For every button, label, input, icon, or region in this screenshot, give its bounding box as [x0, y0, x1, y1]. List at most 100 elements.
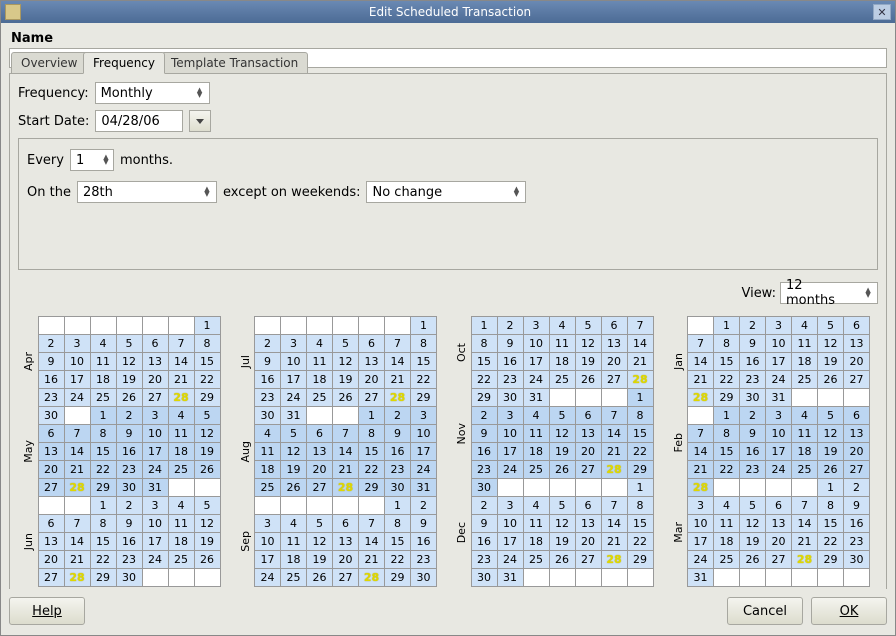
calendar-day-cell: 12 — [740, 515, 766, 533]
calendar-day-cell: 21 — [601, 533, 627, 551]
calendar-day-cell: 1 — [90, 497, 116, 515]
every-months-spinner[interactable]: 1 ▲▼ — [70, 149, 114, 171]
calendar-day-cell: 10 — [688, 515, 714, 533]
ok-button[interactable]: OK — [811, 597, 887, 625]
calendar-day-cell: 20 — [766, 533, 792, 551]
calendar-day-cell: 9 — [116, 425, 142, 443]
calendar-day-cell — [142, 569, 168, 587]
calendar-day-cell: 4 — [523, 497, 549, 515]
calendar-day-cell — [766, 569, 792, 587]
calendar-day-cell: 20 — [575, 443, 601, 461]
calendar-day-cell: 14 — [688, 443, 714, 461]
calendar-day-cell: 9 — [385, 425, 411, 443]
calendar-day-cell: 21 — [792, 533, 818, 551]
cancel-button[interactable]: Cancel — [727, 597, 803, 625]
onthe-day-value: 28th — [83, 185, 113, 200]
calendar-day-cell: 12 — [307, 533, 333, 551]
tab-overview[interactable]: Overview — [11, 52, 88, 74]
calendar-day-cell: 26 — [194, 461, 220, 479]
calendar-day-cell — [740, 479, 766, 497]
calendar-day-cell: 11 — [90, 353, 116, 371]
calendar-day-cell — [385, 317, 411, 335]
month-label: May — [22, 436, 35, 467]
calendar-day-cell: 23 — [255, 389, 281, 407]
calendar-day-cell: 8 — [627, 407, 653, 425]
calendar-day-cell — [792, 569, 818, 587]
view-range-combo[interactable]: 12 months ▲▼ — [780, 282, 878, 304]
calendar-day-cell: 31 — [497, 569, 523, 587]
tab-template-transaction[interactable]: Template Transaction — [161, 52, 308, 74]
calendar-grid: Jul1234567891011121314151617181920212223… — [239, 316, 438, 587]
frequency-combo[interactable]: Monthly ▲▼ — [95, 82, 210, 104]
calendar-day-cell — [818, 389, 844, 407]
calendar-day-cell: 29 — [194, 389, 220, 407]
calendar-day-cell: 29 — [714, 389, 740, 407]
start-date-input[interactable]: 04/28/06 — [95, 110, 183, 132]
calendar-day-cell — [168, 317, 194, 335]
onthe-pre-label: On the — [27, 185, 71, 200]
calendar-day-cell: 27 — [844, 371, 870, 389]
calendar-day-cell: 5 — [194, 407, 220, 425]
calendar-day-cell — [844, 389, 870, 407]
calendar-day-cell: 5 — [575, 317, 601, 335]
help-button[interactable]: Help — [9, 597, 85, 625]
calendar-day-cell: 26 — [549, 461, 575, 479]
calendar-day-cell: 11 — [523, 425, 549, 443]
calendar-day-cell — [307, 407, 333, 425]
calendar-day-cell: 27 — [333, 569, 359, 587]
calendar-day-cell: 10 — [142, 515, 168, 533]
calendar-day-cell: 28 — [64, 479, 90, 497]
calendar-day-cell: 19 — [281, 461, 307, 479]
calendar-day-cell: 17 — [497, 443, 523, 461]
calendar-day-cell: 11 — [523, 515, 549, 533]
calendar-day-cell: 6 — [766, 497, 792, 515]
calendar-day-cell: 8 — [90, 425, 116, 443]
window: Edit Scheduled Transaction ✕ Name Overvi… — [0, 0, 896, 636]
calendar-day-cell: 7 — [385, 335, 411, 353]
calendar-day-cell: 4 — [255, 425, 281, 443]
calendar-day-cell: 10 — [64, 353, 90, 371]
window-close-button[interactable]: ✕ — [873, 4, 891, 20]
calendar-day-cell: 30 — [411, 569, 437, 587]
calendar-day-cell: 15 — [90, 533, 116, 551]
calendar-day-cell: 15 — [411, 353, 437, 371]
calendar-day-cell: 15 — [818, 515, 844, 533]
start-date-label: Start Date: — [18, 114, 89, 129]
calendar-column: Jul1234567891011121314151617181920212223… — [239, 316, 438, 587]
calendar-day-cell — [549, 389, 575, 407]
tab-frequency[interactable]: Frequency — [83, 52, 165, 74]
calendar-day-cell — [359, 497, 385, 515]
calendar-day-cell: 26 — [194, 551, 220, 569]
calendar-day-cell: 20 — [142, 371, 168, 389]
calendar-day-cell — [38, 317, 64, 335]
calendar-day-cell: 6 — [142, 335, 168, 353]
titlebar[interactable]: Edit Scheduled Transaction ✕ — [1, 1, 895, 23]
calendar-day-cell: 22 — [627, 533, 653, 551]
calendar-day-cell — [818, 569, 844, 587]
calendar-day-cell: 13 — [766, 515, 792, 533]
calendar-day-cell: 26 — [549, 551, 575, 569]
calendar-day-cell: 17 — [281, 371, 307, 389]
calendar-day-cell: 26 — [333, 389, 359, 407]
weekend-rule-value: No change — [372, 185, 442, 200]
onthe-day-combo[interactable]: 28th ▲▼ — [77, 181, 217, 203]
calendar-day-cell: 2 — [411, 497, 437, 515]
calendar-day-cell: 11 — [281, 533, 307, 551]
calendar-day-cell: 4 — [792, 407, 818, 425]
calendar-day-cell: 10 — [497, 515, 523, 533]
calendar-day-cell: 18 — [90, 371, 116, 389]
calendar-day-cell: 29 — [90, 569, 116, 587]
calendar-day-cell — [766, 479, 792, 497]
calendar-day-cell: 22 — [90, 461, 116, 479]
calendar-day-cell: 21 — [64, 461, 90, 479]
calendar-day-cell: 2 — [497, 317, 523, 335]
weekend-rule-combo[interactable]: No change ▲▼ — [366, 181, 526, 203]
calendar-day-cell — [601, 569, 627, 587]
calendar-day-cell: 6 — [844, 407, 870, 425]
start-date-picker-button[interactable] — [189, 110, 211, 132]
calendar-day-cell: 9 — [116, 515, 142, 533]
recurrence-box: Every 1 ▲▼ months. On the 28th ▲▼ except… — [18, 138, 878, 270]
calendar-day-cell: 13 — [38, 443, 64, 461]
calendar-day-cell: 16 — [411, 533, 437, 551]
calendar-day-cell: 28 — [601, 461, 627, 479]
